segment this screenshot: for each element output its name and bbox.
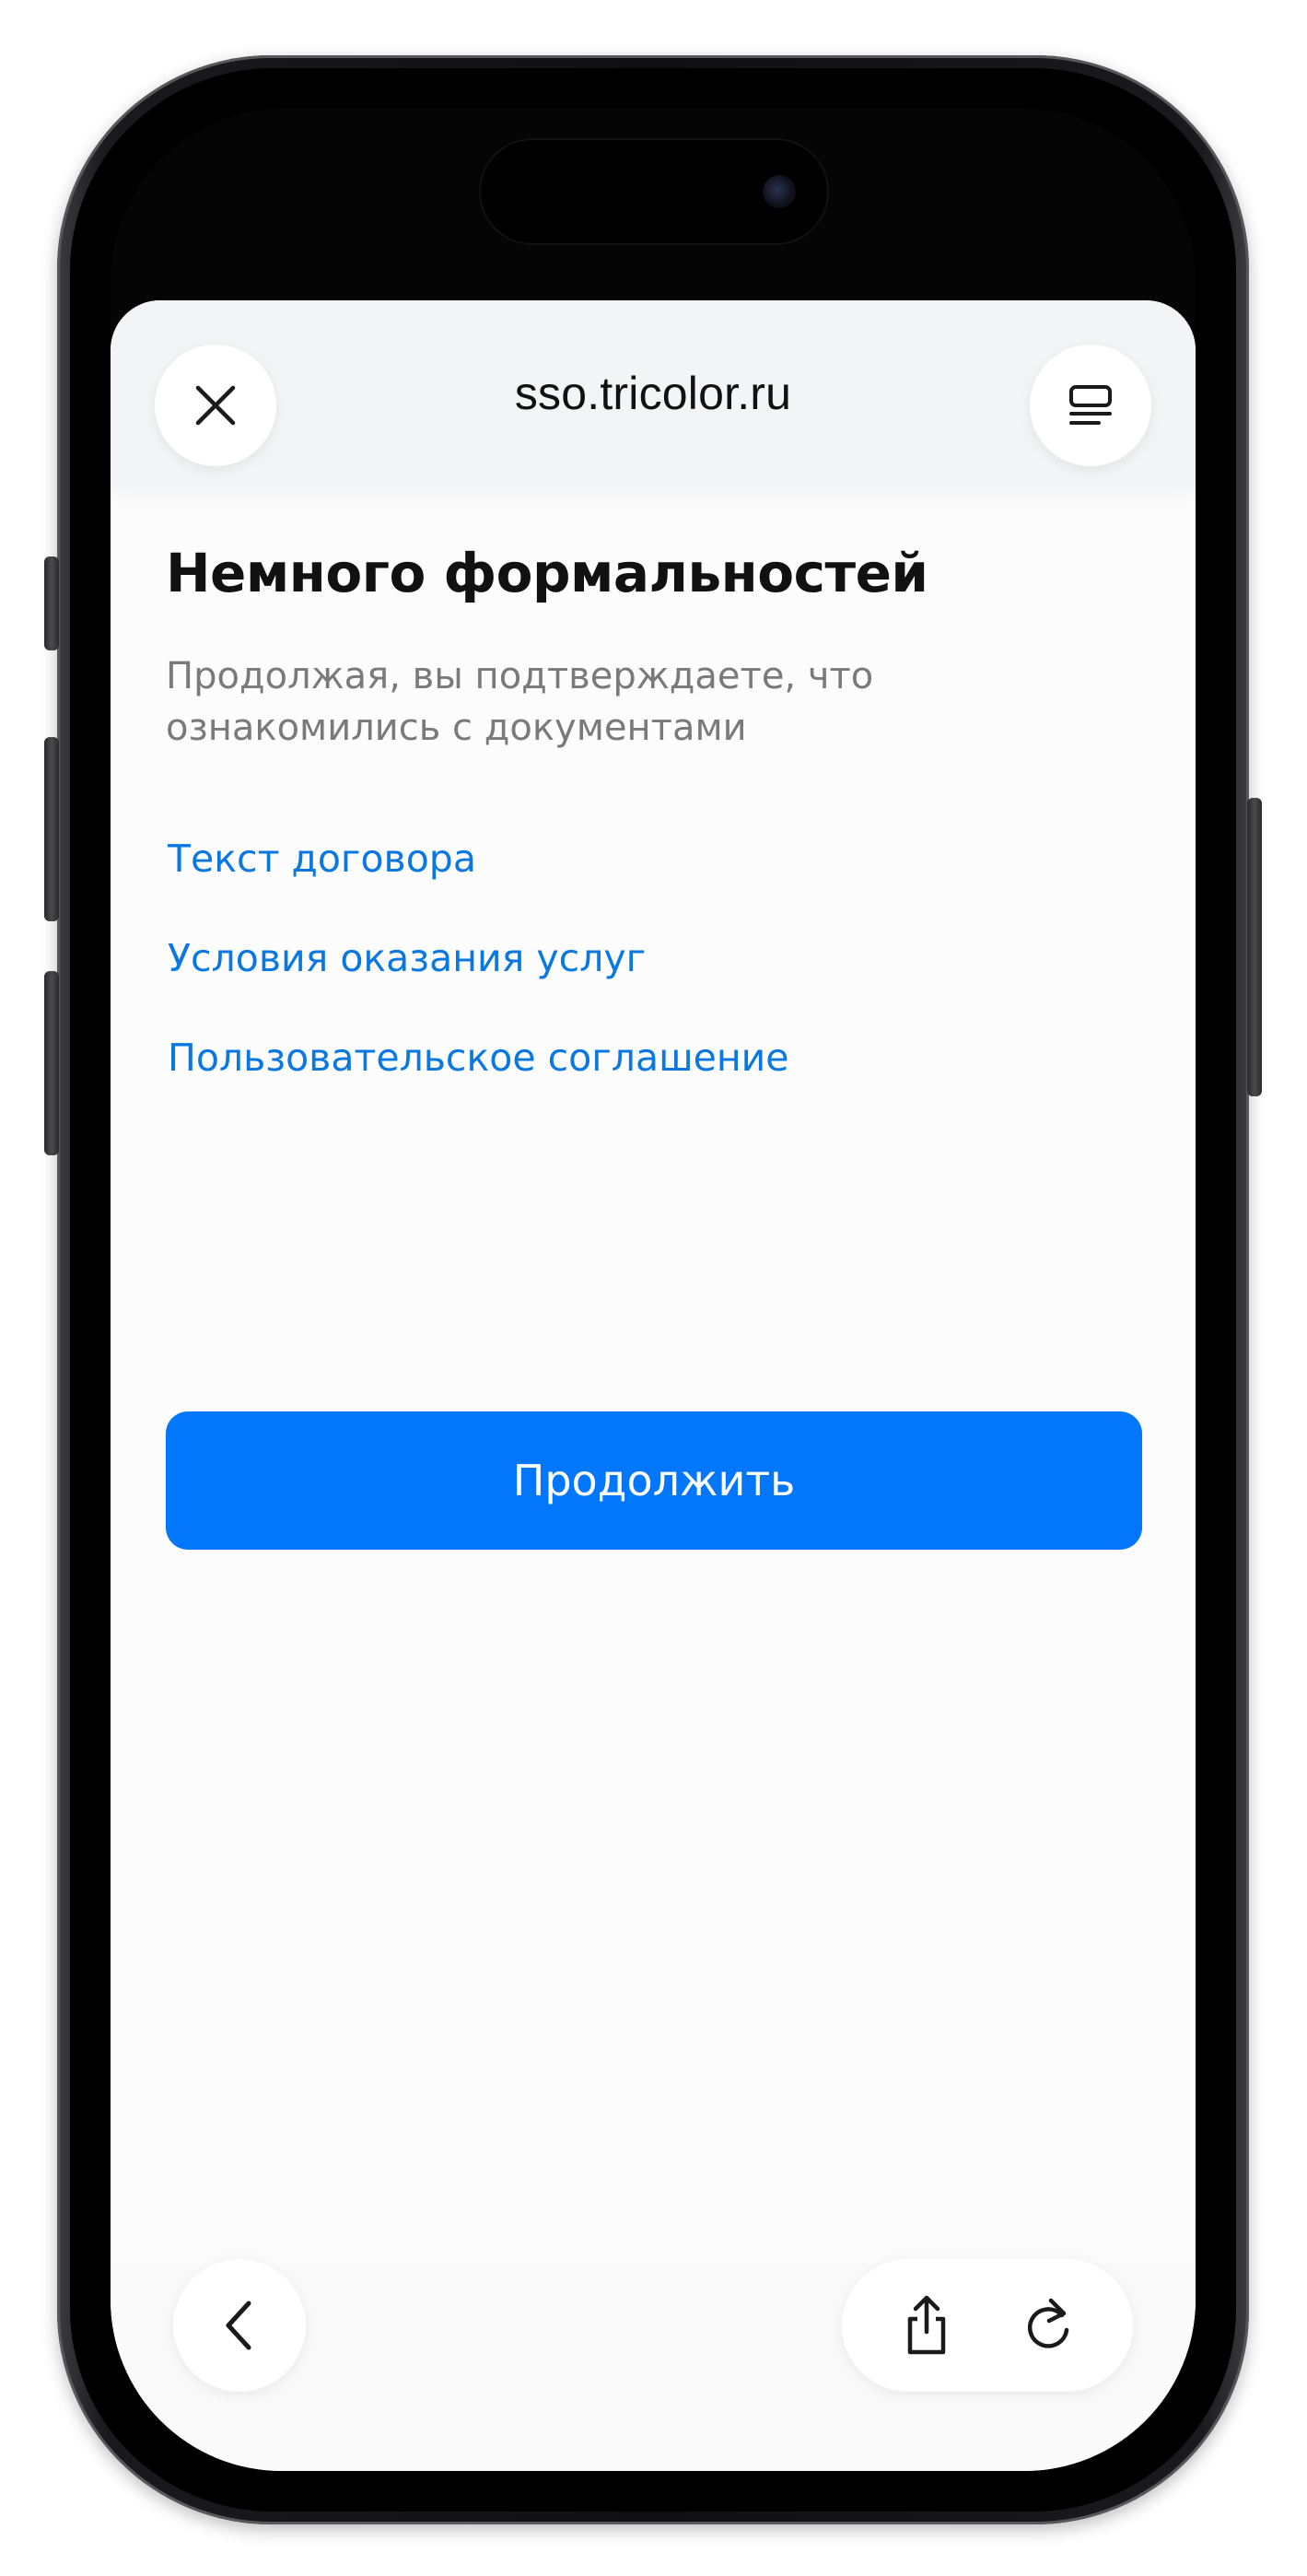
reload-icon[interactable] [1020,2295,1077,2356]
close-icon [193,382,239,428]
volume-down-button [44,971,59,1155]
page-title: Немного формальностей [166,542,928,604]
chevron-left-icon [219,2298,260,2353]
share-reload-group [842,2259,1133,2392]
power-button [1247,798,1262,1096]
link-user-agreement[interactable]: Пользовательское соглашение [168,1036,789,1080]
page-subtitle: Продолжая, вы подтверждаете, что ознаком… [166,655,874,749]
in-app-browser-sheet: sso.tricolor.ru Немного формальностей Пр… [111,300,1196,2471]
url-label[interactable]: sso.tricolor.ru [295,367,1011,420]
page-content: Немного формальностей Продолжая, вы подт… [166,542,1142,1550]
browser-header: sso.tricolor.ru [111,300,1196,490]
link-service-terms[interactable]: Условия оказания услуг [168,936,646,980]
browser-toolbar [111,2176,1196,2471]
close-button[interactable] [155,345,276,466]
link-contract-text[interactable]: Текст договора [168,837,476,881]
continue-button[interactable]: Продолжить [166,1411,1142,1550]
back-button[interactable] [173,2259,306,2392]
reader-menu-button[interactable] [1030,345,1151,466]
action-button [44,556,59,650]
dynamic-island [481,140,827,243]
reader-menu-icon [1068,382,1114,428]
phone-screen: sso.tricolor.ru Немного формальностей Пр… [111,109,1196,2471]
volume-up-button [44,737,59,921]
front-camera [763,175,796,208]
share-icon[interactable] [899,2293,954,2358]
